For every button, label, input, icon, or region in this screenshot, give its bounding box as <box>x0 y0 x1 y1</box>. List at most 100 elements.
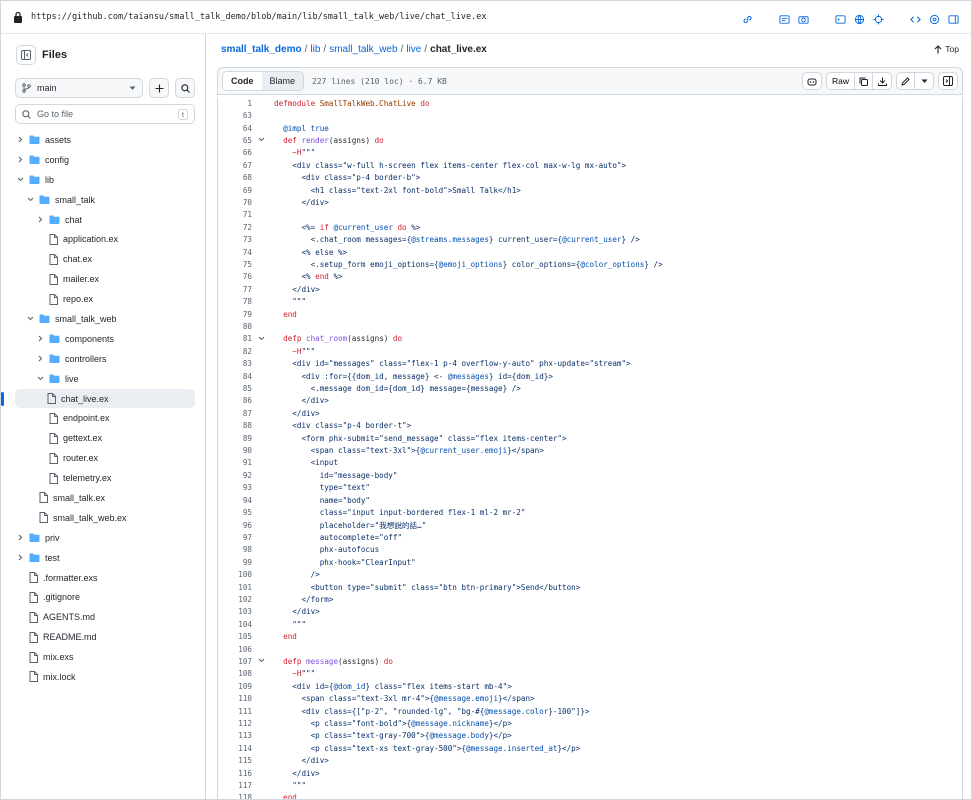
tree-folder[interactable]: config <box>1 150 205 170</box>
top-button[interactable]: Top <box>934 44 959 54</box>
line-number[interactable]: 91 <box>218 458 254 467</box>
tree-file[interactable]: mix.exs <box>1 647 205 667</box>
code-line[interactable]: 83 <div id="messages" class="flex-1 p-4 … <box>218 358 962 370</box>
fold-chevron-icon[interactable] <box>254 136 268 144</box>
line-number[interactable]: 118 <box>218 793 254 799</box>
tab-blame[interactable]: Blame <box>261 72 304 90</box>
code-line[interactable]: 108 ~H""" <box>218 668 962 680</box>
tree-folder[interactable]: components <box>1 329 205 349</box>
chevron-down-icon[interactable] <box>25 195 35 205</box>
code-line[interactable]: 87 </div> <box>218 407 962 419</box>
tree-file[interactable]: chat_live.ex <box>1 388 195 409</box>
code-line[interactable]: 75 <.setup_form emoji_options={@emoji_op… <box>218 258 962 270</box>
tree-folder[interactable]: assets <box>1 130 205 150</box>
code-line[interactable]: 1 defmodule SmallTalkWeb.ChatLive do <box>218 97 962 109</box>
code-line[interactable]: 64 @impl true <box>218 122 962 134</box>
tree-file[interactable]: mailer.ex <box>1 269 205 289</box>
edit-button[interactable] <box>897 73 915 89</box>
code-line[interactable]: 100 /> <box>218 568 962 580</box>
camera-icon[interactable] <box>798 12 809 24</box>
line-number[interactable]: 94 <box>218 496 254 505</box>
line-number[interactable]: 100 <box>218 570 254 579</box>
code-line[interactable]: 117 """ <box>218 779 962 791</box>
code-line[interactable]: 69 <h1 class="text-2xl font-bold">Small … <box>218 184 962 196</box>
line-number[interactable]: 97 <box>218 533 254 542</box>
line-number[interactable]: 69 <box>218 186 254 195</box>
line-number[interactable]: 117 <box>218 781 254 790</box>
add-file-button[interactable] <box>149 78 169 98</box>
code-line[interactable]: 116 </div> <box>218 767 962 779</box>
line-number[interactable]: 108 <box>218 669 254 678</box>
code-line[interactable]: 78 """ <box>218 296 962 308</box>
line-number[interactable]: 67 <box>218 161 254 170</box>
code-line[interactable]: 89 <form phx-submit="send_message" class… <box>218 432 962 444</box>
collapse-sidebar-button[interactable] <box>16 45 36 65</box>
code-line[interactable]: 90 <span class="text-3xl">{@current_user… <box>218 444 962 456</box>
symbols-panel-button[interactable] <box>938 72 958 90</box>
tree-file[interactable]: .gitignore <box>1 587 205 607</box>
tree-folder[interactable]: small_talk_web <box>1 309 205 329</box>
line-number[interactable]: 70 <box>218 198 254 207</box>
line-number[interactable]: 102 <box>218 595 254 604</box>
breadcrumb-lib[interactable]: lib <box>310 44 320 55</box>
url-bar[interactable]: https://github.com/taiansu/small_talk_de… <box>1 1 971 34</box>
line-number[interactable]: 103 <box>218 607 254 616</box>
tree-folder[interactable]: priv <box>1 528 205 548</box>
chevron-down-icon[interactable] <box>25 314 35 324</box>
download-button[interactable] <box>873 73 891 89</box>
line-number[interactable]: 71 <box>218 210 254 219</box>
tree-file[interactable]: chat.ex <box>1 249 205 269</box>
line-number[interactable]: 92 <box>218 471 254 480</box>
code-line[interactable]: 114 <p class="text-xs text-gray-500">{@m… <box>218 742 962 754</box>
chevron-right-icon[interactable] <box>15 533 25 543</box>
tree-file[interactable]: mix.lock <box>1 667 205 687</box>
code-line[interactable]: 63 <box>218 109 962 121</box>
code-line[interactable]: 88 <div class="p-4 border-t"> <box>218 420 962 432</box>
code-line[interactable]: 77 </div> <box>218 283 962 295</box>
code-line[interactable]: 110 <span class="text-3xl mr-4">{@messag… <box>218 693 962 705</box>
code-line[interactable]: 91 <input <box>218 457 962 469</box>
code-line[interactable]: 99 phx-hook="ClearInput" <box>218 556 962 568</box>
raw-button[interactable]: Raw <box>827 73 855 89</box>
chevron-right-icon[interactable] <box>35 354 45 364</box>
line-number[interactable]: 80 <box>218 322 254 331</box>
code-line[interactable]: 98 phx-autofocus <box>218 544 962 556</box>
link-icon[interactable] <box>742 12 753 23</box>
code-line[interactable]: 101 <button type="submit" class="btn btn… <box>218 581 962 593</box>
tree-file[interactable]: repo.ex <box>1 289 205 309</box>
edit-dropdown-button[interactable] <box>915 73 933 89</box>
chevron-right-icon[interactable] <box>15 553 25 563</box>
code-line[interactable]: 92 id="message-body" <box>218 469 962 481</box>
code-line[interactable]: 84 <div :for={{dom_id, message} <- @mess… <box>218 370 962 382</box>
line-number[interactable]: 79 <box>218 310 254 319</box>
code-line[interactable]: 106 <box>218 643 962 655</box>
code-line[interactable]: 115 </div> <box>218 755 962 767</box>
code-line[interactable]: 85 <.message dom_id={dom_id} message={me… <box>218 382 962 394</box>
line-number[interactable]: 87 <box>218 409 254 418</box>
copy-button[interactable] <box>855 73 873 89</box>
code-line[interactable]: 72 <%= if @current_user do %> <box>218 221 962 233</box>
line-number[interactable]: 101 <box>218 583 254 592</box>
code-line[interactable]: 79 end <box>218 308 962 320</box>
line-number[interactable]: 84 <box>218 372 254 381</box>
reader-icon[interactable] <box>779 12 790 24</box>
line-number[interactable]: 78 <box>218 297 254 306</box>
tree-folder[interactable]: small_talk <box>1 190 205 210</box>
code-line[interactable]: 112 <p class="font-bold">{@message.nickn… <box>218 717 962 729</box>
tree-folder[interactable]: controllers <box>1 349 205 369</box>
branch-selector[interactable]: main <box>15 78 143 98</box>
code-line[interactable]: 86 </div> <box>218 395 962 407</box>
tree-file[interactable]: README.md <box>1 627 205 647</box>
tree-file[interactable]: telemetry.ex <box>1 468 205 488</box>
line-number[interactable]: 104 <box>218 620 254 629</box>
chevron-right-icon[interactable] <box>15 155 25 165</box>
breadcrumb-small-talk-web[interactable]: small_talk_web <box>329 44 397 55</box>
line-number[interactable]: 116 <box>218 769 254 778</box>
code-line[interactable]: 82 ~H""" <box>218 345 962 357</box>
code-line[interactable]: 76 <% end %> <box>218 271 962 283</box>
code-line[interactable]: 67 <div class="w-full h-screen flex item… <box>218 159 962 171</box>
line-number[interactable]: 68 <box>218 173 254 182</box>
chevron-right-icon[interactable] <box>15 135 25 145</box>
tree-folder[interactable]: lib <box>1 170 205 190</box>
tree-file[interactable]: endpoint.ex <box>1 408 205 428</box>
